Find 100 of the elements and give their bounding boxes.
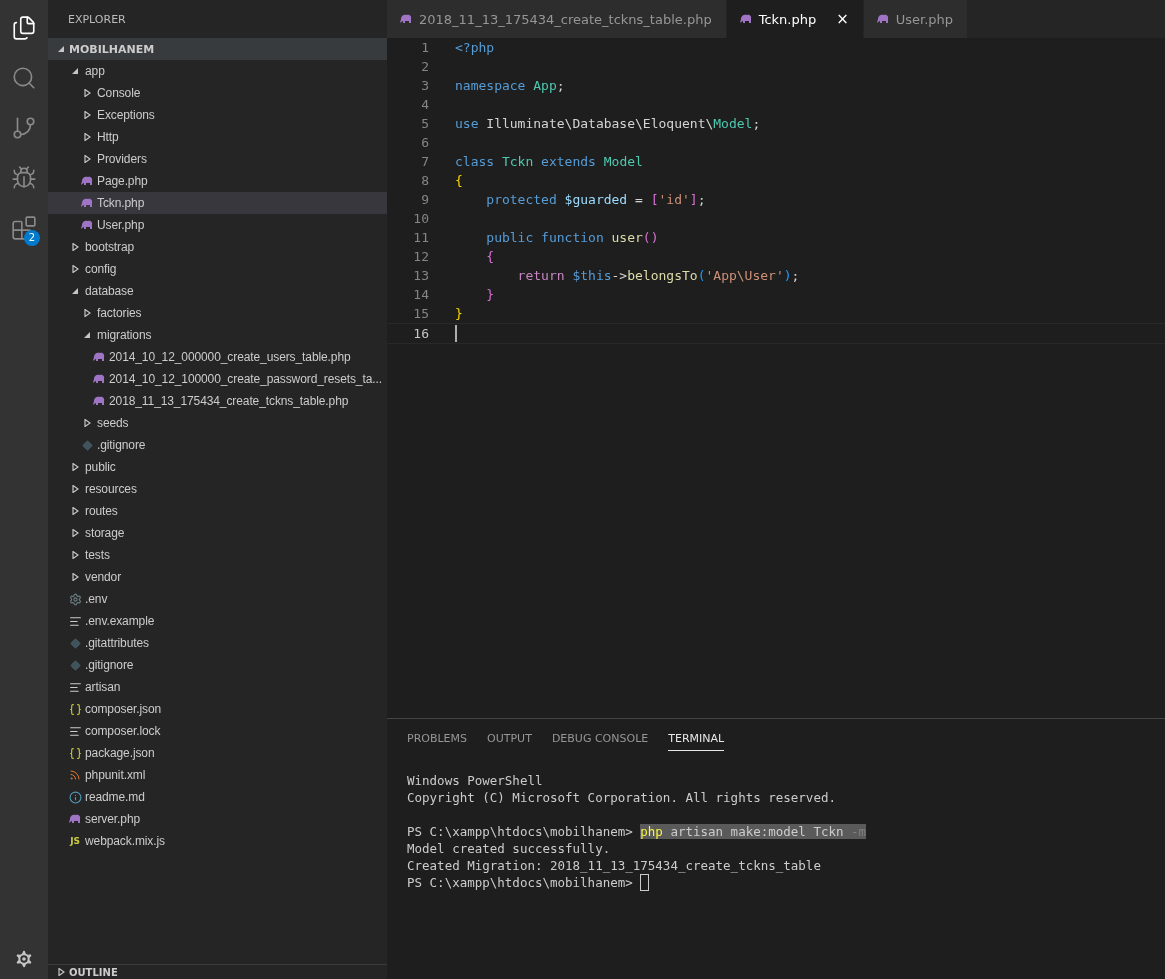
elephant-icon [738,14,753,24]
close-icon[interactable]: × [836,10,849,28]
elephant-icon [399,14,413,24]
folder-item[interactable]: config [48,258,387,280]
gear-icon [13,948,35,970]
file-item[interactable]: .gitattributes [48,632,387,654]
code-line: public function user() [485,230,659,245]
folder-item[interactable]: resources [48,478,387,500]
file-item[interactable]: User.php [48,214,387,236]
file-item[interactable]: .env [48,588,387,610]
panel-tab[interactable]: PROBLEMS [407,725,468,751]
editor-tab[interactable]: Tckn.php × [726,0,864,38]
line-number: 1 [420,40,429,55]
folder-item[interactable]: public [48,456,387,478]
folder-item[interactable]: app [48,60,387,82]
lines-icon [68,680,82,694]
file-item[interactable]: phpunit.xml [48,764,387,786]
line-number: 14 [412,287,429,302]
folder-item[interactable]: factories [48,302,387,324]
line-number: 5 [420,116,429,131]
braces-icon [68,702,82,716]
braces-icon [68,746,82,760]
git-icon [11,115,37,141]
file-item[interactable]: readme.md [48,786,387,808]
line-number: 13 [412,268,429,283]
line-number: 8 [420,173,429,188]
terminal-line: Created Migration: 2018_11_13_175434_create_tckns_table [407,858,821,873]
elephant-icon [80,220,94,230]
folder-item[interactable]: migrations [48,324,387,346]
code-line: <?php [455,40,495,55]
editor-tab[interactable]: 2018_11_13_175434_create_tckns_table.php [387,0,727,38]
code-line: class Tckn extends Model [455,154,643,169]
file-item[interactable]: .gitignore [48,434,387,456]
elephant-icon [80,176,94,186]
line-number: 3 [420,78,429,93]
extensions-button[interactable]: 2 [0,204,48,252]
folder-item[interactable]: Console [48,82,387,104]
elephant-icon [875,14,890,24]
code-line: protected $guarded = ['id']; [485,192,706,207]
folder-item[interactable]: bootstrap [48,236,387,258]
info-icon [68,790,82,804]
file-item[interactable]: 2018_11_13_175434_create_tckns_table.php [48,390,387,412]
folder-item[interactable]: seeds [48,412,387,434]
code-line: { [455,173,463,188]
file-item[interactable]: package.json [48,742,387,764]
file-item[interactable]: JS webpack.mix.js [48,830,387,852]
folder-item[interactable]: routes [48,500,387,522]
count-badge: 2 [24,230,40,246]
outline-header[interactable]: OUTLINE [48,964,387,979]
code-line: namespace App; [455,78,565,93]
file-item[interactable]: server.php [48,808,387,830]
file-item[interactable]: artisan [48,676,387,698]
file-item[interactable]: 2014_10_12_100000_create_password_resets_ta... [48,368,387,390]
debug-icon [11,165,37,191]
text-cursor [455,325,457,342]
code-line: return $this->belongsTo('App\User'); [516,268,800,283]
line-number: 10 [412,211,429,226]
extensions-icon [11,215,37,241]
file-item[interactable]: .env.example [48,610,387,632]
sidebar-title: EXPLORER [67,11,127,28]
folder-item[interactable]: storage [48,522,387,544]
expanded-arrow-icon [58,45,65,53]
editor-tab[interactable]: User.php [863,0,969,38]
terminal-line: Windows PowerShell [407,773,543,788]
file-item[interactable]: composer.lock [48,720,387,742]
lines-icon [68,614,82,628]
elephant-icon [92,352,106,362]
elephant-icon [68,814,82,824]
code-line: use Illuminate\Database\Eloquent\Model; [455,116,761,131]
terminal-line: Copyright (C) Microsoft Corporation. All rights reserved. [407,790,836,805]
code-line: } [455,306,463,321]
folder-item[interactable]: vendor [48,566,387,588]
line-number: 6 [420,135,429,150]
folder-item[interactable]: tests [48,544,387,566]
diamond-icon [69,637,81,649]
rss-icon [69,769,81,781]
gear-icon [68,592,82,606]
code-line: } [485,287,495,302]
elephant-icon [80,198,94,208]
line-number: 7 [420,154,429,169]
diamond-icon [81,439,93,451]
panel-tab[interactable]: TERMINAL [668,725,725,751]
code-line: { [485,249,495,264]
file-item[interactable]: composer.json [48,698,387,720]
line-number: 9 [420,192,429,207]
panel-tab[interactable]: OUTPUT [487,725,532,751]
line-number: 12 [412,249,429,264]
folder-item[interactable]: Exceptions [48,104,387,126]
project-header[interactable]: MOBILHANEM [48,38,387,60]
file-item[interactable]: Tckn.php [48,192,387,214]
folder-item[interactable]: database [48,280,387,302]
folder-item[interactable]: Http [48,126,387,148]
file-item[interactable]: Page.php [48,170,387,192]
file-item[interactable]: 2014_10_12_000000_create_users_table.php [48,346,387,368]
panel-tab[interactable]: DEBUG CONSOLE [551,725,649,751]
js-icon: JS [70,836,80,846]
terminal-line: Model created successfully. [407,841,611,856]
line-number: 4 [420,97,429,112]
folder-item[interactable]: Providers [48,148,387,170]
file-item[interactable]: .gitignore [48,654,387,676]
